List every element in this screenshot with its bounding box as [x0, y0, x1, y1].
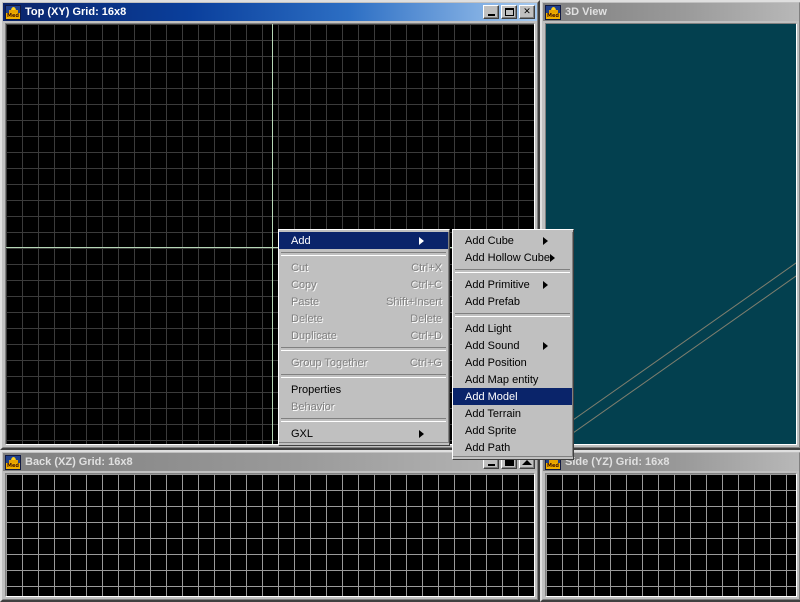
window-title-top-xy: Top (XY) Grid: 16x8: [25, 6, 126, 18]
viewport-back-xz[interactable]: [5, 473, 535, 597]
menu-item-add-path[interactable]: Add Path: [453, 439, 572, 456]
med-app-icon[interactable]: Med: [545, 5, 561, 20]
viewport-side-yz[interactable]: [545, 473, 797, 597]
menu-item-paste[interactable]: Paste Shift+Insert: [279, 293, 448, 310]
axis-line-vertical: [272, 24, 273, 444]
window-title-3d-view: 3D View: [565, 6, 607, 18]
menu-item-add-terrain[interactable]: Add Terrain: [453, 405, 572, 422]
chevron-right-icon: [543, 281, 566, 289]
viewport-3d-geometry: [546, 24, 797, 445]
menu-item-group-together[interactable]: Group Together Ctrl+G: [279, 354, 448, 371]
shortcut-label: Shift+Insert: [362, 296, 442, 308]
menu-separator: [281, 347, 446, 351]
window-title-side-yz: Side (YZ) Grid: 16x8: [565, 456, 670, 468]
menu-item-add-sound[interactable]: Add Sound: [453, 337, 572, 354]
grid-overlay: [6, 474, 534, 596]
chevron-right-icon: [419, 237, 442, 245]
med-app-icon[interactable]: Med: [5, 5, 21, 20]
menu-separator: [281, 252, 446, 256]
menu-item-gxl[interactable]: GXL: [279, 425, 448, 442]
window-back-xz[interactable]: Med Back (XZ) Grid: 16x8: [0, 450, 540, 602]
close-icon: ✕: [520, 6, 534, 18]
titlebar-3d-view[interactable]: Med 3D View: [543, 3, 799, 21]
window-3d-view[interactable]: Med 3D View: [540, 0, 800, 450]
menu-separator: [455, 313, 570, 317]
menu-item-add[interactable]: Add: [279, 232, 448, 249]
window-title-back-xz: Back (XZ) Grid: 16x8: [25, 456, 133, 468]
menu-item-add-light[interactable]: Add Light: [453, 320, 572, 337]
grid-overlay: [546, 474, 796, 596]
med-app-icon[interactable]: Med: [5, 455, 21, 470]
menu-item-behavior[interactable]: Behavior: [279, 398, 448, 415]
chevron-right-icon: [550, 254, 573, 262]
menu-separator: [281, 418, 446, 422]
viewport-3d-view[interactable]: [545, 23, 797, 445]
shortcut-label: Ctrl+D: [387, 330, 442, 342]
minimize-button[interactable]: [483, 5, 499, 19]
menu-item-add-prefab[interactable]: Add Prefab: [453, 293, 572, 310]
menu-item-add-map-entity[interactable]: Add Map entity: [453, 371, 572, 388]
menu-item-properties[interactable]: Properties: [279, 381, 448, 398]
shortcut-label: Ctrl+C: [387, 279, 442, 291]
menu-item-add-primitive[interactable]: Add Primitive: [453, 276, 572, 293]
titlebar-side-yz[interactable]: Med Side (YZ) Grid: 16x8: [543, 453, 799, 471]
shortcut-label: Ctrl+G: [386, 357, 442, 369]
close-button[interactable]: ✕: [519, 5, 535, 19]
menu-item-copy[interactable]: Copy Ctrl+C: [279, 276, 448, 293]
menu-item-cut[interactable]: Cut Ctrl+X: [279, 259, 448, 276]
maximize-button[interactable]: [501, 5, 517, 19]
menu-separator: [281, 374, 446, 378]
menu-item-add-hollow-cube[interactable]: Add Hollow Cube: [453, 249, 572, 266]
chevron-right-icon: [543, 237, 566, 245]
titlebar-top-xy[interactable]: Med Top (XY) Grid: 16x8 ✕: [3, 3, 537, 21]
window-buttons-top: ✕: [483, 5, 535, 19]
menu-item-add-sprite[interactable]: Add Sprite: [453, 422, 572, 439]
add-submenu-items: Add Cube Add Hollow Cube Add Primitive A…: [453, 232, 573, 457]
shortcut-label: Delete: [386, 313, 442, 325]
shortcut-label: Ctrl+X: [387, 262, 442, 274]
chevron-right-icon: [419, 430, 442, 438]
add-submenu[interactable]: Add Cube Add Hollow Cube Add Primitive A…: [452, 229, 574, 460]
med-editor-workspace: Med Top (XY) Grid: 16x8 ✕: [0, 0, 800, 600]
menu-item-add-model[interactable]: Add Model: [453, 388, 572, 405]
chevron-right-icon: [543, 342, 566, 350]
context-menu[interactable]: Add Cut Ctrl+X Copy Ctrl+C Paste Shift+I…: [278, 229, 450, 446]
menu-item-delete[interactable]: Delete Delete: [279, 310, 448, 327]
menu-separator: [455, 269, 570, 273]
menu-item-duplicate[interactable]: Duplicate Ctrl+D: [279, 327, 448, 344]
window-side-yz[interactable]: Med Side (YZ) Grid: 16x8: [540, 450, 800, 602]
context-menu-items: Add Cut Ctrl+X Copy Ctrl+C Paste Shift+I…: [279, 232, 449, 443]
menu-item-add-position[interactable]: Add Position: [453, 354, 572, 371]
menu-item-add-cube[interactable]: Add Cube: [453, 232, 572, 249]
